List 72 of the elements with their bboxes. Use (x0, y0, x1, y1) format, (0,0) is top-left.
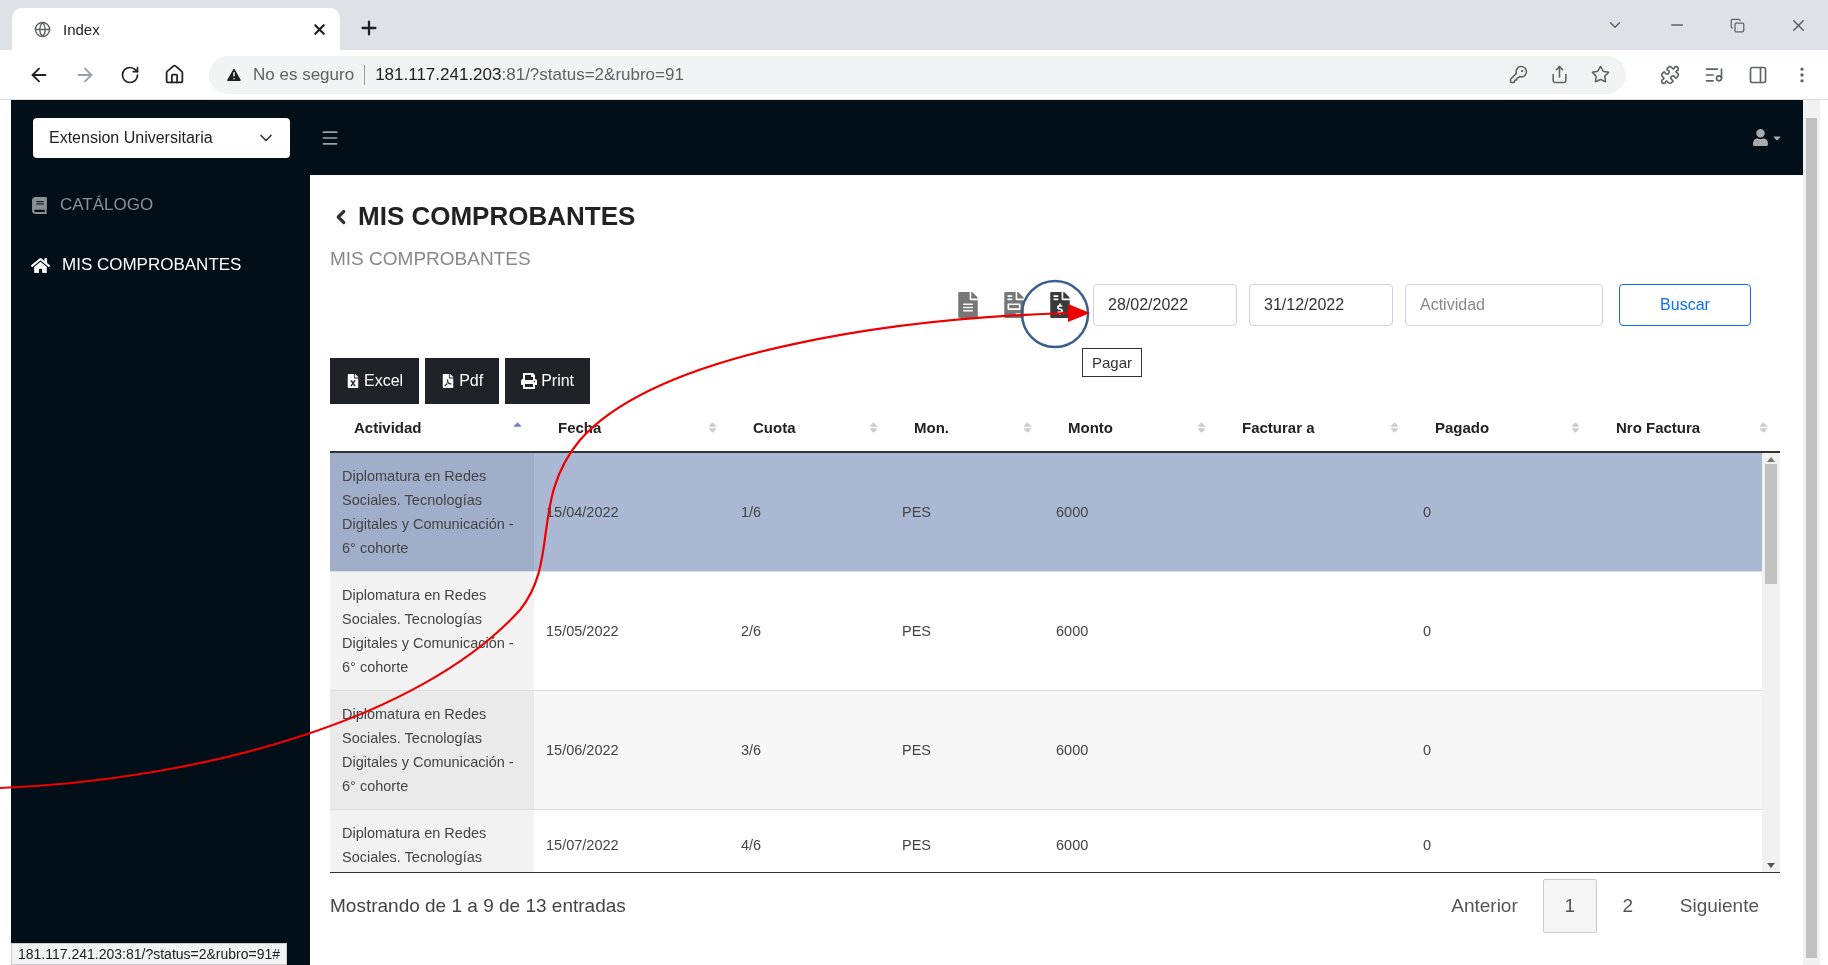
table-cell-text: Diplomatura en Redes Sociales. Tecnologías (342, 824, 488, 867)
table-cell-text: 15/05/2022 (546, 622, 619, 641)
sidebar-item[interactable]: CATÁLOGO (11, 195, 310, 215)
table-cell-text: 2/6 (741, 622, 762, 641)
date-from-field[interactable]: 28/02/2022 (1093, 284, 1237, 326)
column-header[interactable]: Nro Factura (1592, 419, 1780, 436)
column-header[interactable]: Monto (1044, 419, 1218, 436)
star-icon[interactable] (1591, 65, 1610, 84)
export-button[interactable]: Print (505, 358, 591, 404)
table-cell-text: 6000 (1056, 741, 1089, 760)
table-cell-text: 6000 (1056, 503, 1089, 522)
browser-tab[interactable]: Index (12, 8, 340, 50)
tab-title: Index (63, 20, 101, 38)
home-icon (31, 255, 50, 275)
highlight-circle (1020, 279, 1090, 349)
column-header[interactable]: Actividad (330, 419, 534, 436)
table-cell-text: 0 (1423, 836, 1432, 855)
page-title: MIS COMPROBANTES (358, 201, 636, 232)
invoice-icon[interactable] (1001, 292, 1027, 318)
column-header[interactable]: Cuota (729, 419, 890, 436)
dollar-document-icon[interactable] (1047, 292, 1073, 318)
column-header[interactable]: Facturar a (1218, 419, 1411, 436)
search-button[interactable]: Buscar (1619, 284, 1751, 326)
pagination-link[interactable]: Anterior (1430, 879, 1539, 933)
file-icon (346, 374, 360, 388)
column-header[interactable]: Mon. (890, 419, 1044, 436)
url-text: 181.117.241.203:81/?status=2&rubro=91 (375, 64, 685, 85)
pagination-link[interactable]: 1 (1542, 879, 1597, 933)
table-cell-text: PES (902, 836, 931, 855)
table-cell-text: 0 (1423, 741, 1432, 760)
book-icon (31, 196, 48, 214)
table-cell-text: 15/06/2022 (546, 741, 619, 760)
home-icon[interactable] (164, 64, 185, 85)
table-cell-text: PES (902, 622, 931, 641)
table-cell-text: Diplomatura en Redes Sociales. Tecnologías Digitales y Comunicación - 6° cohorte (342, 467, 515, 558)
reload-icon[interactable] (120, 64, 140, 85)
page-scrollbar[interactable] (1803, 100, 1820, 965)
key-icon[interactable] (1509, 65, 1528, 84)
status-url: 181.117.241.203:81/?status=2&rubro=91# (11, 943, 288, 965)
file-icon (441, 374, 456, 388)
table-cell-text: PES (902, 503, 931, 522)
table-cell-text: 4/6 (741, 836, 762, 855)
user-icon[interactable] (1752, 129, 1783, 146)
printer-icon (521, 373, 538, 389)
tooltip: Pagar (1082, 348, 1143, 377)
table-cell-text: 6000 (1056, 836, 1089, 855)
entries-summary: Mostrando de 1 a 9 de 13 entradas (330, 895, 626, 917)
export-button[interactable]: Pdf (425, 358, 500, 404)
globe-icon (34, 20, 51, 38)
table-cell-text: 3/6 (741, 741, 762, 760)
share-icon[interactable] (1550, 65, 1569, 84)
date-to-field[interactable]: 31/12/2022 (1249, 284, 1393, 326)
page-subtitle: MIS COMPROBANTES (330, 248, 532, 270)
table-cell-text: 1/6 (741, 503, 762, 522)
table-cell-text: 6000 (1056, 622, 1089, 641)
table-cell-text: 0 (1423, 622, 1432, 641)
export-button[interactable]: Excel (330, 358, 420, 404)
scrollbar[interactable] (1762, 453, 1780, 872)
column-header[interactable]: Pagado (1411, 419, 1592, 436)
puzzle-icon[interactable] (1660, 64, 1680, 85)
activity-field[interactable]: Actividad (1405, 284, 1603, 326)
pagination-link[interactable]: 2 (1600, 879, 1655, 933)
pagination-link[interactable]: Siguiente (1658, 879, 1780, 933)
address-bar[interactable]: No es seguro 181.117.241.203:81/?status=2&rubro=91 (209, 55, 1626, 94)
sidebar-item[interactable]: MIS COMPROBANTES (11, 255, 310, 275)
unit-select[interactable]: Extension Universitaria (33, 117, 290, 158)
side-panel-icon[interactable] (1748, 64, 1768, 85)
table-cell-text: 15/07/2022 (546, 836, 619, 855)
document-icon[interactable] (955, 292, 981, 318)
table-cell-text: PES (902, 741, 931, 760)
table-cell-text: 0 (1423, 503, 1432, 522)
security-label: No es seguro (253, 64, 355, 85)
